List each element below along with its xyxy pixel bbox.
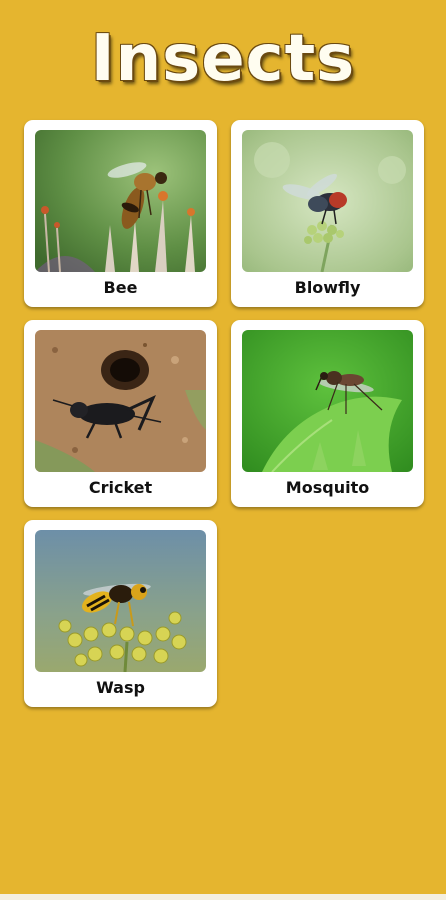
mosquito-photo [242, 330, 413, 472]
page-title: Insects [90, 22, 356, 96]
card-label: Blowfly [294, 278, 361, 297]
insect-card-cricket[interactable]: Cricket [24, 320, 217, 507]
insect-card-blowfly[interactable]: Blowfly [231, 120, 424, 307]
insect-card-mosquito[interactable]: Mosquito [231, 320, 424, 507]
blowfly-photo [242, 130, 413, 272]
bee-photo [35, 130, 206, 272]
card-label: Wasp [96, 678, 145, 697]
wasp-photo [35, 530, 206, 672]
card-label: Bee [103, 278, 138, 297]
insect-card-bee[interactable]: Bee [24, 120, 217, 307]
bottom-strip [0, 894, 446, 900]
insect-card-wasp[interactable]: Wasp [24, 520, 217, 707]
card-label: Cricket [88, 478, 153, 497]
card-label: Mosquito [285, 478, 370, 497]
cricket-photo [35, 330, 206, 472]
